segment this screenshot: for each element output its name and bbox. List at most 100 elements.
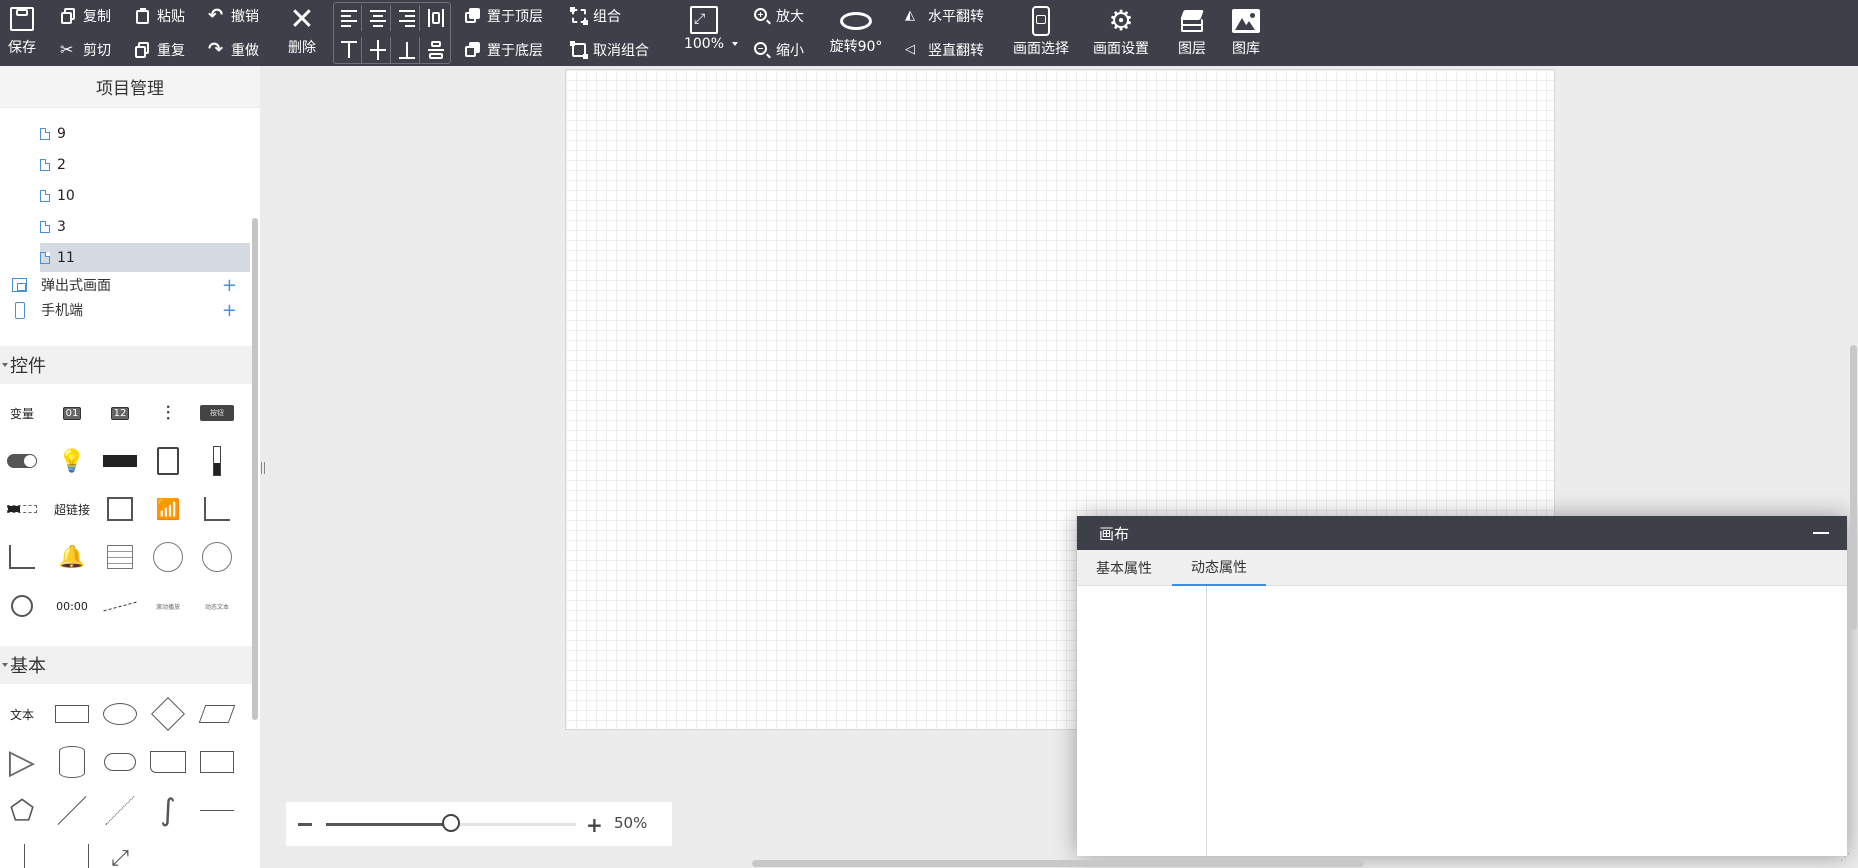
tree-item[interactable]: 10 — [40, 181, 250, 210]
control-progress[interactable] — [2, 491, 42, 527]
group-button[interactable]: 组合 — [570, 6, 621, 26]
ungroup-button[interactable]: 取消组合 — [570, 40, 649, 60]
resize-grip-icon[interactable]: ⋰ — [1840, 852, 1850, 863]
shape-arrow-line[interactable]: ⤢ — [100, 840, 140, 868]
control-gauge[interactable] — [148, 539, 188, 575]
layers-button[interactable]: 图层 — [1172, 6, 1212, 58]
save-button[interactable]: 保存 — [4, 5, 40, 57]
align-middle-button[interactable] — [365, 37, 391, 63]
control-variable[interactable]: 变量 — [2, 395, 42, 431]
control-bar-chart[interactable]: 📶 — [148, 491, 188, 527]
control-alarm[interactable]: 🔔 — [52, 539, 92, 575]
control-camera[interactable] — [2, 588, 42, 624]
control-numeric-display-01[interactable]: 01 — [52, 395, 92, 431]
group-mobile[interactable]: 手机端 + — [12, 298, 237, 322]
shape-document[interactable] — [148, 744, 188, 780]
copy-button[interactable]: 复制 — [60, 6, 111, 26]
add-popup-button[interactable]: + — [222, 275, 237, 296]
zoom-slider-handle[interactable] — [442, 814, 460, 832]
screen-select-button[interactable]: 画面选择 — [1008, 6, 1074, 58]
control-history-curve[interactable] — [2, 539, 42, 575]
zoom-in-button[interactable]: 放大 — [753, 6, 804, 26]
bring-to-top-button[interactable]: 置于顶层 — [464, 6, 543, 26]
control-text-bar[interactable] — [100, 443, 140, 479]
zoom-select[interactable]: ⤢ 100% — [676, 6, 738, 52]
control-clock[interactable] — [197, 539, 237, 575]
control-switch[interactable] — [2, 443, 42, 479]
tree-item-selected[interactable]: 11 — [40, 243, 250, 272]
paste-button[interactable]: 粘贴 — [134, 6, 185, 26]
controls-section-header[interactable]: 控件 — [0, 346, 252, 384]
shape-curve[interactable]: ∫ — [148, 792, 188, 828]
shape-cube[interactable] — [197, 744, 237, 780]
undo-button[interactable]: ↶ 撤销 — [208, 6, 259, 26]
zoom-in-small-button[interactable]: + — [586, 815, 603, 835]
repeat-button[interactable]: 重复 — [134, 40, 185, 60]
tab-dynamic-properties[interactable]: 动态属性 — [1172, 550, 1266, 586]
align-left-button[interactable] — [336, 5, 362, 31]
shape-cylinder[interactable] — [52, 744, 92, 780]
align-right-button[interactable] — [394, 5, 420, 31]
control-slider[interactable]: ⫶ — [148, 395, 188, 431]
flip-horizontal-button[interactable]: ◭ 水平翻转 — [905, 6, 984, 26]
control-trend-curve[interactable] — [197, 491, 237, 527]
library-button[interactable]: 图库 — [1226, 6, 1266, 58]
shape-parallelogram[interactable] — [197, 696, 237, 732]
vertical-scrollbar[interactable] — [1850, 345, 1857, 630]
zoom-out-small-button[interactable] — [298, 823, 312, 826]
property-panel-header[interactable]: 画布 — [1077, 516, 1847, 550]
control-dynamic-text[interactable]: 动态文本 — [197, 588, 237, 624]
control-table[interactable] — [100, 539, 140, 575]
add-mobile-button[interactable]: + — [222, 300, 237, 321]
shape-text[interactable]: 文本 — [2, 696, 42, 732]
shape-dotted-line[interactable] — [100, 792, 140, 828]
control-time[interactable]: 00:00 — [52, 588, 92, 624]
control-hyperlink[interactable]: 超链接 — [52, 491, 92, 527]
control-report[interactable] — [148, 443, 188, 479]
zoom-bar: + 50% — [286, 802, 672, 846]
cut-button[interactable]: ✂ 剪切 — [60, 40, 111, 60]
control-scroll-text[interactable]: 滚动播放 — [148, 588, 188, 624]
shape-horizontal-line[interactable] — [197, 792, 237, 828]
align-center-button[interactable] — [365, 5, 391, 31]
shape-diamond[interactable] — [148, 696, 188, 732]
clipboard-icon — [157, 447, 179, 475]
group-popup-screens[interactable]: 弹出式画面 + — [12, 273, 237, 297]
distribute-vertical-button[interactable] — [423, 37, 449, 63]
shape-triangle[interactable]: ▷ — [2, 744, 42, 780]
control-thermometer[interactable] — [197, 443, 237, 479]
control-indicator-light[interactable]: 💡 — [52, 443, 92, 479]
horizontal-scrollbar[interactable] — [752, 860, 1364, 867]
basic-section-header[interactable]: 基本 — [0, 646, 252, 684]
control-image[interactable] — [100, 491, 140, 527]
align-bottom-button[interactable] — [394, 37, 420, 63]
tree-item[interactable]: 2 — [40, 150, 250, 179]
distribute-horizontal-button[interactable] — [423, 5, 449, 31]
shape-cloud[interactable] — [100, 744, 140, 780]
shape-chevron[interactable]: ⬠ — [2, 792, 42, 828]
screen-settings-button[interactable]: ⚙ 画面设置 — [1088, 6, 1154, 58]
control-button[interactable]: 按钮 — [197, 395, 237, 431]
zoom-out-button[interactable]: 缩小 — [753, 40, 804, 60]
redo-button[interactable]: ↷ 重做 — [208, 40, 259, 60]
rotate-button[interactable]: 旋转90° — [826, 6, 886, 56]
progress-icon — [7, 505, 37, 513]
property-divider[interactable] — [1206, 586, 1207, 856]
tree-item[interactable]: 3 — [40, 212, 250, 241]
shape-rectangle[interactable] — [52, 696, 92, 732]
control-numeric-display-12[interactable]: 12 — [100, 395, 140, 431]
shape-ellipse[interactable] — [100, 696, 140, 732]
delete-button[interactable]: ✕ 删除 — [282, 5, 322, 57]
shape-line[interactable] — [52, 792, 92, 828]
button-icon: 按钮 — [200, 405, 234, 421]
tree-item[interactable]: 9 — [40, 119, 250, 148]
shape-vertical-line[interactable] — [4, 840, 44, 868]
align-top-button[interactable] — [336, 37, 362, 63]
panel-splitter[interactable] — [261, 462, 265, 474]
control-dashed-line[interactable] — [100, 588, 140, 624]
minimize-icon[interactable] — [1813, 532, 1829, 534]
controls-scrollbar[interactable] — [252, 346, 258, 720]
send-to-bottom-button[interactable]: 置于底层 — [464, 40, 543, 60]
tab-basic-properties[interactable]: 基本属性 — [1077, 550, 1171, 586]
flip-vertical-button[interactable]: ◁ 竖直翻转 — [905, 40, 984, 60]
